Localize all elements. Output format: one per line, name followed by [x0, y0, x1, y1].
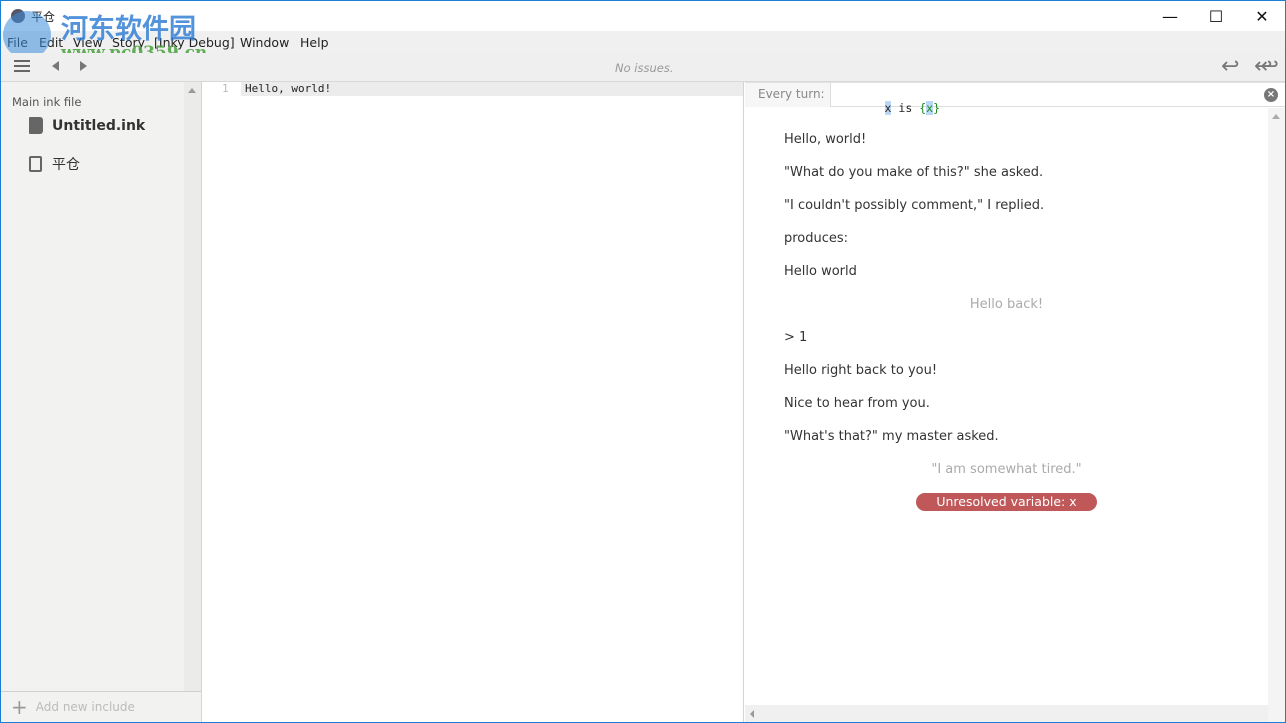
story-paragraph: Hello world	[784, 264, 857, 279]
line-number: 1	[222, 82, 229, 95]
player-h-scrollbar[interactable]	[745, 705, 1268, 722]
window-title: 平仓	[31, 10, 56, 24]
menu-help[interactable]: Help	[300, 35, 329, 50]
expr-brace: }	[933, 101, 940, 115]
file-item-untitled[interactable]: Untitled.ink	[29, 117, 145, 134]
toolbar: No issues. ↩ ↩↩	[1, 53, 1285, 82]
issues-status: No issues.	[615, 61, 674, 75]
file-item-include[interactable]: 平仓	[29, 154, 80, 174]
file-sidebar: Main ink file Untitled.ink 平仓 + Add new …	[1, 82, 202, 722]
menu-window[interactable]: Window	[240, 35, 289, 50]
book-icon	[29, 117, 43, 134]
hamburger-icon[interactable]	[14, 60, 30, 72]
expr-text: is	[891, 101, 920, 115]
minimize-button[interactable]: —	[1147, 1, 1193, 31]
every-turn-bar: Every turn: x is {x} ×	[745, 82, 1285, 115]
close-button[interactable]: ✕	[1239, 1, 1285, 31]
maximize-button[interactable]: ☐	[1193, 1, 1239, 31]
add-include-label: Add new include	[35, 700, 135, 714]
story-paragraph: "I couldn't possibly comment," I replied…	[784, 198, 1045, 213]
app-icon	[11, 9, 25, 23]
code-editor[interactable]: 1 Hello, world!	[202, 82, 744, 722]
every-turn-expression-input[interactable]: x is {x}	[843, 87, 940, 129]
plus-icon: +	[11, 695, 28, 719]
menu-story[interactable]: Story	[112, 35, 145, 50]
back-icon[interactable]	[52, 61, 59, 71]
story-paragraph: "What do you make of this?" she asked.	[784, 165, 1044, 180]
story-paragraph: > 1	[784, 330, 808, 345]
rewind-icon[interactable]: ↩	[1221, 54, 1239, 79]
sidebar-scrollbar[interactable]	[184, 82, 201, 691]
menu-inky-debug[interactable]: [Inky Debug]	[154, 35, 235, 50]
file-name: 平仓	[52, 157, 80, 173]
every-turn-label: Every turn:	[745, 83, 831, 107]
story-choice[interactable]: "I am somewhat tired."	[745, 462, 1268, 477]
rewind-all-icon[interactable]: ↩↩	[1254, 54, 1279, 79]
menu-bar: File Edit View Story [Inky Debug] Window…	[1, 31, 1285, 53]
editor-line: 1 Hello, world!	[202, 82, 743, 96]
story-paragraph: Hello right back to you!	[784, 363, 938, 378]
story-paragraph: "What's that?" my master asked.	[784, 429, 999, 444]
title-bar: 平仓 — ☐ ✕	[1, 1, 1285, 31]
error-badge: Unresolved variable: x	[916, 493, 1097, 511]
story-paragraph: Nice to hear from you.	[784, 396, 930, 411]
story-paragraph: produces:	[784, 231, 849, 246]
menu-file[interactable]: File	[7, 35, 28, 50]
player-scrollbar[interactable]	[1268, 108, 1285, 722]
file-name: Untitled.ink	[52, 117, 146, 134]
story-choice[interactable]: Hello back!	[745, 297, 1268, 312]
menu-edit[interactable]: Edit	[39, 35, 63, 50]
add-include-button[interactable]: + Add new include	[1, 691, 201, 722]
document-icon	[29, 156, 42, 172]
clear-expression-icon[interactable]: ×	[1264, 88, 1278, 102]
story-paragraph: Hello, world!	[784, 132, 867, 147]
line-text: Hello, world!	[241, 82, 743, 96]
menu-view[interactable]: View	[73, 35, 103, 50]
forward-icon[interactable]	[80, 61, 87, 71]
story-player: Every turn: x is {x} × Hello, world! "Wha…	[745, 82, 1285, 722]
main-ink-file-label: Main ink file	[12, 95, 82, 109]
